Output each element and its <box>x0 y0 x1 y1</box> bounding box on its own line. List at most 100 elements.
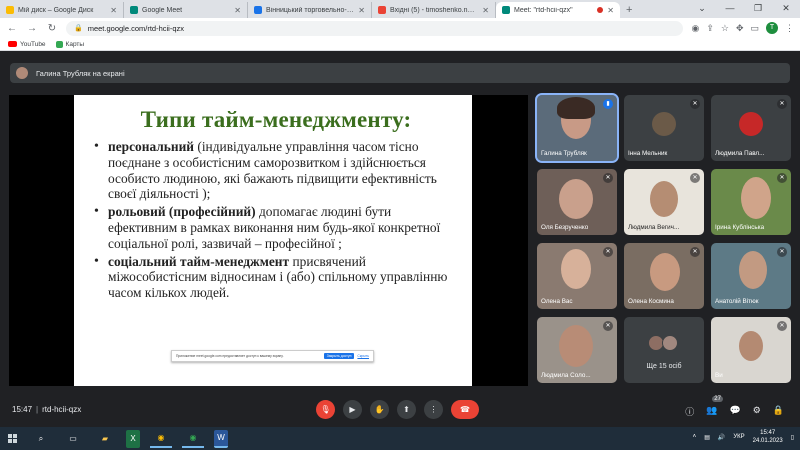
tab-google-drive[interactable]: Мій диск – Google Диск ✕ <box>0 2 124 18</box>
participant-tile[interactable]: ✕ Людмила Соло... <box>537 317 617 383</box>
activities-icon[interactable]: ⚙ <box>753 405 761 418</box>
volume-icon[interactable]: 🔊 <box>718 434 725 441</box>
more-participants-tile[interactable]: Ще 15 осіб <box>624 317 704 383</box>
participant-name: Людмила Павл... <box>715 150 765 157</box>
participant-tile[interactable]: ✕ Інна Мельник <box>624 95 704 161</box>
bookmark-label: YouTube <box>20 40 46 48</box>
participant-tile[interactable]: ✕ Олена Вас <box>537 243 617 309</box>
tab-university[interactable]: Вінницький торговельно-економ ✕ <box>248 2 372 18</box>
meet-icon <box>502 6 510 14</box>
participant-tile[interactable]: ✕ Оля Безрученко <box>537 169 617 235</box>
forward-icon[interactable]: → <box>26 23 38 34</box>
close-icon[interactable]: ✕ <box>482 6 489 15</box>
mic-off-icon: ✕ <box>603 247 613 257</box>
maximize-icon[interactable]: ❐ <box>744 0 772 16</box>
camera-icon[interactable]: ◉ <box>691 23 699 34</box>
taskbar-clock[interactable]: 15:47 24.01.2023 <box>753 429 783 445</box>
participant-tile[interactable]: ✕ Людмила Павл... <box>711 95 791 161</box>
stop-sharing-button[interactable]: Закрыть доступ <box>323 353 355 359</box>
network-icon[interactable]: ▤ <box>704 434 710 441</box>
profile-avatar[interactable]: T <box>766 22 778 34</box>
participant-tile[interactable]: ✕ Олена Космина <box>624 243 704 309</box>
tray-chevron-icon[interactable]: ˄ <box>693 434 697 440</box>
more-options-button[interactable]: ⋮ <box>424 400 443 419</box>
star-icon[interactable]: ☆ <box>721 23 729 34</box>
bullet-term: соціальний тайм-менеджмент <box>108 253 290 269</box>
mic-off-icon: ✕ <box>777 99 787 109</box>
people-icon[interactable]: 👥 27 <box>706 396 723 418</box>
presenter-avatar <box>16 67 28 79</box>
host-controls-icon[interactable]: 🔒 <box>773 405 784 418</box>
call-controls: 🎙 ▶ ✋ ⬆ ⋮ ☎ <box>316 400 479 419</box>
participant-tile[interactable]: ✕ Людмила Вегич... <box>624 169 704 235</box>
participant-name: Людмила Вегич... <box>628 224 680 231</box>
excel-icon[interactable]: X <box>126 429 140 448</box>
participant-tile[interactable]: ✕ Анатолій Вітюк <box>711 243 791 309</box>
tab-title: Вінницький торговельно-економ <box>266 6 354 14</box>
word-icon[interactable]: W <box>214 429 228 448</box>
separator: | <box>36 405 39 414</box>
leave-call-button[interactable]: ☎ <box>451 400 479 419</box>
raise-hand-button[interactable]: ✋ <box>370 400 389 419</box>
bookmark-youtube[interactable]: YouTube <box>8 41 46 48</box>
back-icon[interactable]: ← <box>6 23 18 34</box>
presenter-text: Галина Трубляк на екрані <box>36 68 125 78</box>
presentation-stage[interactable]: Типи тайм-менеджменту: персональний (інд… <box>9 95 528 386</box>
mic-off-button[interactable]: 🎙 <box>316 400 335 419</box>
address-bar[interactable]: 🔒 meet.google.com/rtd-hcii-qzx <box>66 20 684 36</box>
new-tab-button[interactable]: + <box>620 2 638 18</box>
menu-icon[interactable]: ⋮ <box>785 23 794 34</box>
self-tile[interactable]: ✕ Ви <box>711 317 791 383</box>
recording-icon <box>597 7 604 13</box>
minimize-icon[interactable]: — <box>716 0 744 16</box>
close-icon[interactable]: ✕ <box>358 6 365 15</box>
bookmark-maps[interactable]: Карты <box>55 40 84 48</box>
tab-title: Meet: "rtd-hcii-qzx" <box>514 6 573 14</box>
windows-start-icon[interactable] <box>8 433 18 444</box>
chat-icon[interactable]: 💬 <box>729 405 740 418</box>
mic-off-icon: ✕ <box>603 321 613 331</box>
lock-icon[interactable]: 🔒 <box>74 24 83 32</box>
language-indicator[interactable]: УКР <box>733 434 744 440</box>
info-icon[interactable]: ⓘ <box>685 405 694 418</box>
close-icon[interactable]: ✕ <box>607 6 614 15</box>
bookmarks-bar: YouTube Карты <box>0 38 800 51</box>
mic-off-icon: ✕ <box>690 99 700 109</box>
chrome-icon[interactable]: ◉ <box>150 430 172 448</box>
close-window-icon[interactable]: ✕ <box>772 0 800 16</box>
meeting-info: 15:47 | rtd-hcii-qzx <box>12 405 81 414</box>
chevron-down-icon[interactable]: ⌄ <box>688 0 716 16</box>
extensions-icon[interactable]: ✥ <box>736 23 744 34</box>
camera-button[interactable]: ▶ <box>343 400 362 419</box>
participant-tile[interactable]: ▮ Галина Трубляк <box>535 93 619 163</box>
tab-meet-call[interactable]: Meet: "rtd-hcii-qzx" ✕ <box>496 2 620 18</box>
close-icon[interactable]: ✕ <box>234 6 241 15</box>
participant-video <box>650 253 680 291</box>
participant-name: Олена Космина <box>628 298 674 305</box>
sidebar-icon[interactable]: ▭ <box>750 23 759 34</box>
url-text: meet.google.com/rtd-hcii-qzx <box>87 23 185 33</box>
notifications-icon[interactable]: ▯ <box>791 434 794 441</box>
participant-grid: ▮ Галина Трубляк ✕ Інна Мельник ✕ Людмил… <box>535 93 793 385</box>
participant-video <box>741 177 771 219</box>
chrome-icon[interactable]: ◉ <box>182 430 204 448</box>
present-button[interactable]: ⬆ <box>397 400 416 419</box>
participant-video <box>739 331 763 361</box>
meeting-time: 15:47 <box>12 405 33 414</box>
slide: Типи тайм-менеджменту: персональний (інд… <box>74 95 472 386</box>
close-icon[interactable]: ✕ <box>110 6 117 15</box>
search-icon[interactable]: ⌕ <box>30 430 52 448</box>
reload-icon[interactable]: ↻ <box>46 23 58 34</box>
participant-tile[interactable]: ✕ Ірина Кублінська <box>711 169 791 235</box>
file-explorer-icon[interactable]: ▰ <box>94 430 116 448</box>
hide-notice-button[interactable]: Скрыть <box>357 354 369 358</box>
taskbar-time: 15:47 <box>760 430 776 436</box>
share-icon[interactable]: ⇪ <box>706 23 714 34</box>
tab-google-meet[interactable]: Google Meet ✕ <box>124 2 248 18</box>
task-view-icon[interactable]: ▭ <box>62 430 84 448</box>
window-controls: ⌄ — ❐ ✕ <box>688 0 800 16</box>
meet-area: Галина Трубляк на екрані Типи тайм-менед… <box>0 51 800 427</box>
tab-gmail[interactable]: Вхідні (5) - timoshenko.natalia ✕ <box>372 2 496 18</box>
drive-icon <box>6 6 14 14</box>
participant-name: Олена Вас <box>541 298 573 305</box>
